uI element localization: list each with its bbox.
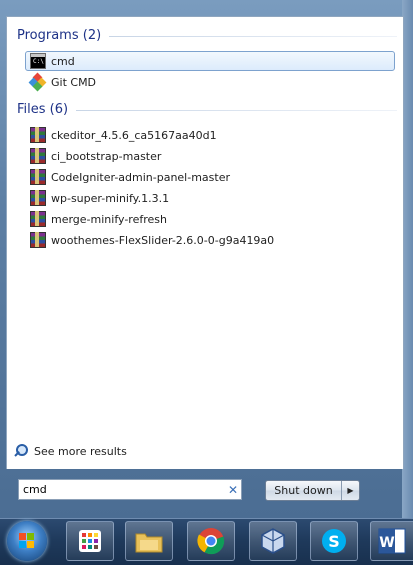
taskbar-button-virtualbox[interactable] [249, 521, 297, 561]
shutdown-button-group: Shut down ▶ [265, 480, 360, 501]
winrar-archive-icon [30, 232, 46, 248]
files-header-divider [76, 109, 397, 111]
program-item-cmd[interactable]: C:\ cmd [25, 51, 395, 71]
file-item[interactable]: merge-minify-refresh [25, 209, 395, 229]
file-item[interactable]: wp-super-minify.1.3.1 [25, 188, 395, 208]
search-box[interactable]: ✕ [18, 479, 242, 500]
file-item[interactable]: ckeditor_4.5.6_ca5167aa40d1 [25, 125, 395, 145]
programs-header-label: Programs (2) [17, 27, 102, 43]
shutdown-button[interactable]: Shut down [266, 481, 342, 500]
see-more-results-link[interactable]: See more results [14, 444, 127, 458]
command-prompt-icon: C:\ [30, 53, 46, 69]
clear-icon[interactable]: ✕ [225, 483, 241, 497]
file-item-label: woothemes-FlexSlider-2.6.0-0-g9a419a0 [51, 233, 275, 247]
see-more-results-label: See more results [34, 444, 127, 458]
start-menu-results-pane: Programs (2) C:\ cmd Git CMD Files (6) c… [6, 16, 404, 469]
winrar-archive-icon [30, 211, 46, 227]
taskbar-button-file-explorer[interactable] [125, 521, 173, 561]
taskbar-button-app-launcher[interactable] [66, 521, 114, 561]
winrar-archive-icon [30, 169, 46, 185]
winrar-archive-icon [30, 190, 46, 206]
file-item-label: ci_bootstrap-master [51, 149, 162, 163]
winrar-archive-icon [30, 148, 46, 164]
file-explorer-icon [135, 533, 163, 553]
file-item-label: CodeIgniter-admin-panel-master [51, 170, 230, 184]
file-item-label: wp-super-minify.1.3.1 [51, 191, 170, 205]
taskbar-button-chrome[interactable] [187, 521, 235, 561]
file-item[interactable]: ci_bootstrap-master [25, 146, 395, 166]
programs-header-divider [109, 35, 397, 37]
arrow-right-icon[interactable]: ▶ [342, 486, 359, 495]
taskbar-button-word[interactable]: W [370, 521, 413, 561]
file-item[interactable]: woothemes-FlexSlider-2.6.0-0-g9a419a0 [25, 230, 395, 250]
svg-text:S: S [328, 532, 340, 551]
search-input[interactable] [19, 483, 225, 496]
program-item-git-cmd[interactable]: Git CMD [25, 72, 395, 92]
skype-icon: S [322, 529, 346, 553]
file-item-label: ckeditor_4.5.6_ca5167aa40d1 [51, 128, 217, 142]
file-item-label: merge-minify-refresh [51, 212, 167, 226]
winrar-archive-icon [30, 127, 46, 143]
app-launcher-icon [79, 530, 101, 552]
files-header-label: Files (6) [17, 101, 69, 117]
chrome-icon [197, 528, 225, 555]
program-item-label: Git CMD [51, 75, 97, 89]
windows-start-orb-icon[interactable] [7, 521, 47, 561]
git-icon [28, 72, 47, 92]
program-item-label: cmd [51, 54, 75, 68]
files-header[interactable]: Files (6) [17, 100, 397, 118]
virtualbox-icon [261, 528, 285, 554]
svg-text:W: W [379, 535, 394, 551]
search-icon [14, 444, 28, 458]
taskbar-button-skype[interactable]: S [310, 521, 358, 561]
file-item[interactable]: CodeIgniter-admin-panel-master [25, 167, 395, 187]
word-icon: W [378, 528, 406, 554]
programs-header[interactable]: Programs (2) [17, 26, 397, 44]
